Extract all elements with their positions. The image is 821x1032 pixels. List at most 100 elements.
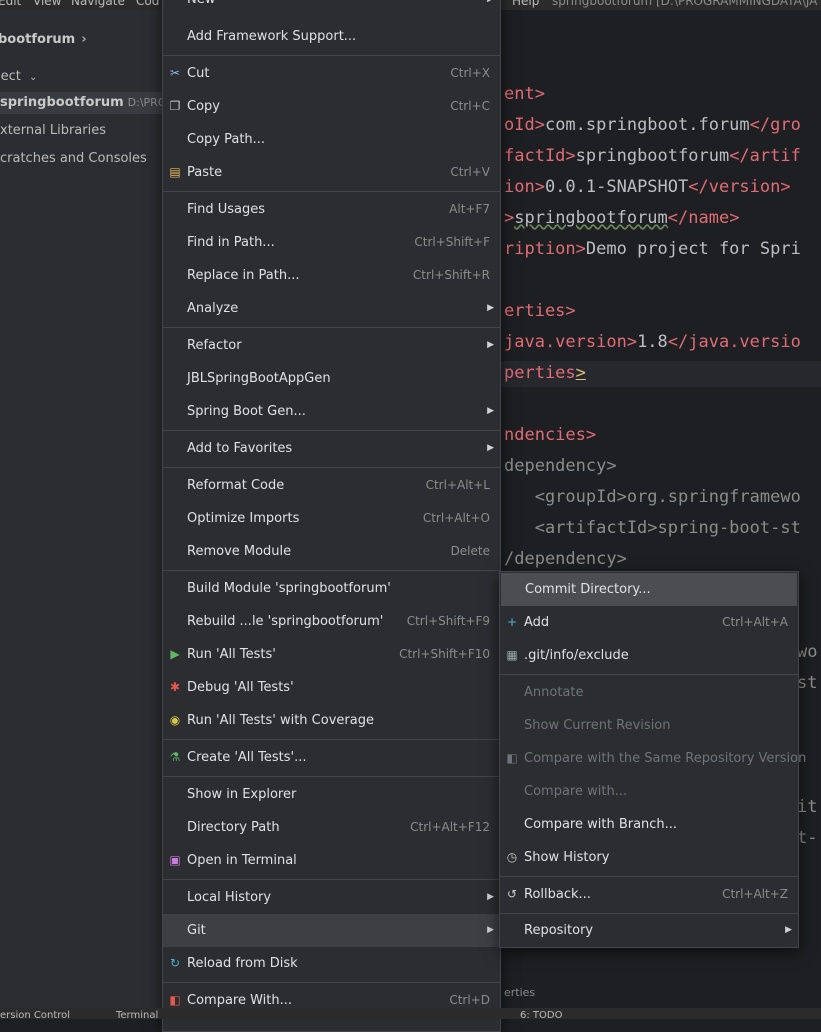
menu-item-replace-in-path[interactable]: Replace in Path... Ctrl+Shift+R [163, 259, 500, 292]
menu-item-directory-path[interactable]: Directory Path Ctrl+Alt+F12 [163, 811, 500, 844]
git-item-show-history[interactable]: ◷ Show History [500, 841, 798, 874]
code-line: wo [797, 642, 818, 662]
menu-item-shortcut: Ctrl+Shift+F9 [406, 614, 490, 628]
menu-separator [163, 430, 500, 431]
menu-item-local-history[interactable]: Local History ▶ [163, 881, 500, 914]
tree-item-path: D:\PROGR [127, 96, 162, 109]
menu-item-refactor[interactable]: Refactor ▶ [163, 329, 500, 362]
menu-item-remove-module[interactable]: Remove Module Delete [163, 535, 500, 568]
menu-item-debug-all-tests[interactable]: ✱ Debug 'All Tests' [163, 671, 500, 704]
menu-item-show-in-explorer[interactable]: Show in Explorer [163, 778, 500, 811]
git-item-repository[interactable]: Repository ▶ [500, 914, 798, 947]
coverage-icon: ◉ [169, 713, 181, 727]
code-line: ndencies> [504, 425, 597, 445]
menu-item-shortcut: Ctrl+C [450, 99, 490, 113]
menu-item-jblspringbootappgen[interactable]: JBLSpringBootAppGen [163, 362, 500, 395]
plus-icon: + [506, 615, 518, 629]
menu-item-find-in-path[interactable]: Find in Path... Ctrl+Shift+F [163, 226, 500, 259]
menu-separator [500, 674, 798, 675]
menu-item-analyze[interactable]: Analyze ▶ [163, 292, 500, 325]
menu-item-cut[interactable]: ✂ Cut Ctrl+X [163, 57, 500, 90]
menu-item-run-with-coverage[interactable]: ◉ Run 'All Tests' with Coverage [163, 704, 500, 737]
git-item-compare-with[interactable]: Compare with... [500, 775, 798, 808]
menu-item-label: Build Module 'springbootforum' [187, 581, 391, 596]
code-line: t- [797, 828, 818, 848]
git-item-commit-directory[interactable]: Commit Directory... [501, 573, 797, 606]
code-line: ription>Demo project for Spri [504, 239, 801, 259]
tree-item-label: xternal Libraries [0, 123, 106, 138]
menu-item-reload-from-disk[interactable]: ↻ Reload from Disk [163, 947, 500, 980]
project-view-selector[interactable]: ject ⌄ [0, 69, 37, 84]
menu-navigate[interactable]: Navigate [71, 0, 125, 8]
tool-window-version-control[interactable]: ersion Control [0, 1010, 70, 1021]
menu-code[interactable]: Cod [136, 0, 159, 8]
menu-item-git[interactable]: Git ▶ [163, 914, 500, 947]
debug-icon: ✱ [169, 680, 181, 694]
chevron-right-icon: › [81, 32, 87, 47]
menu-item-label: Reformat Code [187, 478, 285, 493]
menu-item-copy-path[interactable]: Copy Path... [163, 123, 500, 156]
code-line: st [797, 673, 818, 693]
menu-view[interactable]: View [33, 0, 61, 8]
tool-window-bar: ersion Control Terminal 6: TODO [0, 1008, 821, 1021]
menu-item-reformat-code[interactable]: Reformat Code Ctrl+Alt+L [163, 469, 500, 502]
menu-item-shortcut: Ctrl+Alt+Z [722, 887, 788, 901]
menu-item-shortcut: Alt+F7 [449, 202, 490, 216]
git-item-annotate[interactable]: Annotate [500, 676, 798, 709]
project-view-label: ject [0, 69, 21, 84]
git-item-exclude[interactable]: ▦ .git/info/exclude [500, 639, 798, 672]
tree-item-external-libraries[interactable]: xternal Libraries [0, 120, 162, 142]
menu-help[interactable]: Help [512, 0, 539, 8]
menu-item-open-in-terminal[interactable]: ▣ Open in Terminal [163, 844, 500, 877]
run-icon: ▶ [170, 647, 180, 661]
menu-item-shortcut: Ctrl+Shift+F [414, 235, 490, 249]
tree-item-springbootforum[interactable]: springbootforumD:\PROGR [0, 92, 162, 114]
menu-item-label: Reload from Disk [187, 956, 298, 971]
window-title: springbootforum [D:\PROGRAMMINGDATA\JA [552, 0, 818, 8]
reload-icon: ↻ [169, 956, 181, 970]
menu-item-optimize-imports[interactable]: Optimize Imports Ctrl+Alt+O [163, 502, 500, 535]
menu-item-paste[interactable]: ▤ Paste Ctrl+V [163, 156, 500, 189]
git-item-rollback[interactable]: ↺ Rollback... Ctrl+Alt+Z [500, 878, 798, 911]
menu-separator [163, 55, 500, 56]
tool-window-todo[interactable]: 6: TODO [520, 1010, 562, 1021]
menu-item-label: Show History [524, 850, 610, 865]
menu-item-new[interactable]: New ▶ [163, 0, 500, 16]
menu-item-spring-boot-gen[interactable]: Spring Boot Gen... ▶ [163, 395, 500, 428]
menu-separator [163, 327, 500, 328]
menu-item-create-all-tests[interactable]: ⚗ Create 'All Tests'... [163, 741, 500, 774]
menu-edit[interactable]: Edit [0, 0, 21, 8]
menu-item-add-framework-support[interactable]: Add Framework Support... [163, 20, 500, 53]
menu-item-label: Git [187, 923, 206, 938]
menu-item-label: Copy [187, 99, 220, 114]
submenu-arrow-icon: ▶ [487, 303, 494, 313]
git-item-compare-with-branch[interactable]: Compare with Branch... [500, 808, 798, 841]
menu-item-copy[interactable]: ❐ Copy Ctrl+C [163, 90, 500, 123]
project-breadcrumb[interactable]: bootforum › [0, 32, 87, 47]
editor-breadcrumb[interactable]: erties [504, 986, 535, 999]
menu-item-label: Optimize Imports [187, 511, 300, 526]
menu-item-run-all-tests[interactable]: ▶ Run 'All Tests' Ctrl+Shift+F10 [163, 638, 500, 671]
menu-item-shortcut: Ctrl+Shift+F10 [399, 647, 490, 661]
tree-item-scratches[interactable]: cratches and Consoles [0, 148, 162, 170]
code-line: >springbootforum</name> [504, 208, 740, 228]
menu-item-label: Directory Path [187, 820, 280, 835]
test-icon: ⚗ [169, 750, 181, 764]
git-item-compare-same-repo[interactable]: ◧ Compare with the Same Repository Versio… [500, 742, 806, 775]
git-submenu: Commit Directory... + Add Ctrl+Alt+A ▦ .git… [499, 571, 806, 948]
compare-icon: ◧ [506, 751, 518, 765]
menu-item-rebuild-module[interactable]: Rebuild ...le 'springbootforum' Ctrl+Shif… [163, 605, 500, 638]
tool-window-terminal[interactable]: Terminal [116, 1010, 158, 1021]
menu-item-add-to-favorites[interactable]: Add to Favorites ▶ [163, 432, 500, 465]
menu-item-build-module[interactable]: Build Module 'springbootforum' [163, 572, 500, 605]
git-item-show-current-revision[interactable]: Show Current Revision [500, 709, 798, 742]
menu-separator [163, 191, 500, 192]
menu-item-shortcut: Ctrl+Alt+L [425, 478, 490, 492]
menu-item-find-usages[interactable]: Find Usages Alt+F7 [163, 193, 500, 226]
menu-item-label: Refactor [187, 338, 242, 353]
submenu-arrow-icon: ▶ [487, 340, 494, 350]
menu-item-label: Cut [187, 66, 210, 81]
menu-item-label: Copy Path... [187, 132, 266, 147]
git-item-add[interactable]: + Add Ctrl+Alt+A [500, 606, 798, 639]
menu-item-label: Replace in Path... [187, 268, 300, 283]
